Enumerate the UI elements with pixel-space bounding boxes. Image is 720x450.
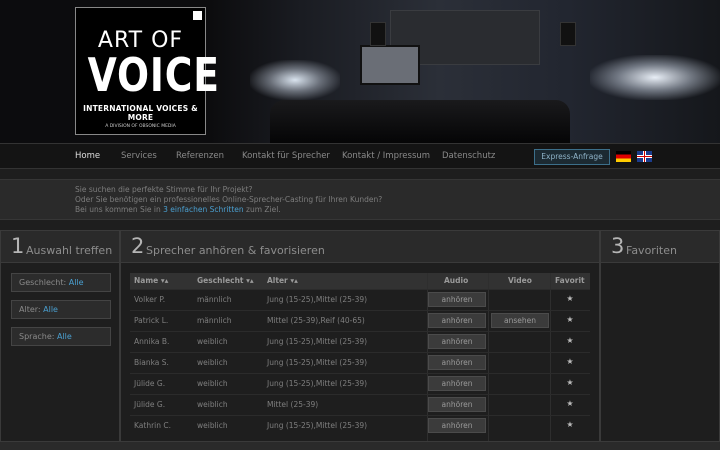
favorite-star-icon[interactable]: ★ — [565, 378, 575, 387]
step-title-1: Auswahl treffen — [26, 244, 113, 257]
speaker-age: Mittel (25-39),Reif (40-65) — [267, 316, 365, 325]
favorites-panel — [600, 263, 720, 450]
table-row: Volker P. männlich Jung (15-25),Mittel (25… — [130, 289, 590, 310]
table-row: Jülide G. weiblich Jung (15-25),Mittel (25… — [130, 373, 590, 394]
col-header-age[interactable]: Alter ▾▴ — [267, 273, 298, 289]
step-number-1: 1 — [11, 234, 25, 258]
speaker-gender: männlich — [197, 295, 232, 304]
studio-photo — [210, 0, 720, 143]
speaker-gender: weiblich — [197, 337, 228, 346]
column-header-selection: 1 Auswahl treffen — [0, 230, 120, 263]
speaker-name: Jülide G. — [134, 400, 166, 409]
table-row: Bianka S. weiblich Jung (15-25),Mittel (25… — [130, 352, 590, 373]
watch-button[interactable]: ansehen — [491, 313, 549, 328]
flag-uk-icon[interactable] — [637, 151, 652, 162]
nav-item-services[interactable]: Services — [121, 151, 157, 161]
col-header-audio: Audio — [444, 276, 469, 285]
step-title-2: Sprecher anhören & favorisieren — [146, 244, 325, 257]
listen-button[interactable]: anhören — [428, 397, 486, 412]
speaker-name: Patrick L. — [134, 316, 169, 325]
nav-item-home[interactable]: Home — [75, 151, 100, 161]
speaker-age: Jung (15-25),Mittel (25-39) — [267, 379, 368, 388]
main-nav: Home Services Referenzen Kontakt für Spr… — [0, 143, 720, 169]
speaker-name: Bianka S. — [134, 358, 169, 367]
nav-item-kontakt-impressum[interactable]: Kontakt / Impressum — [342, 151, 430, 161]
speaker-name: Annika B. — [134, 337, 170, 346]
sort-icon: ▾▴ — [290, 276, 298, 285]
header-banner: ART OF VOICE INTERNATIONAL VOICES & MORE… — [0, 0, 720, 143]
listen-button[interactable]: anhören — [428, 355, 486, 370]
filter-age[interactable]: Alter: Alle — [11, 300, 111, 319]
speaker-age: Jung (15-25),Mittel (25-39) — [267, 358, 368, 367]
listen-button[interactable]: anhören — [428, 334, 486, 349]
favorite-star-icon[interactable]: ★ — [565, 357, 575, 366]
step-title-3: Favoriten — [626, 244, 677, 257]
nav-item-datenschutz[interactable]: Datenschutz — [442, 151, 495, 161]
intro-line3: Bei uns kommen Sie in 3 einfachen Schrit… — [75, 205, 281, 214]
table-row: Jülide G. weiblich Mittel (25-39) anhören ★ — [130, 394, 590, 415]
flag-de-icon[interactable] — [616, 151, 631, 162]
filter-gender[interactable]: Geschlecht: Alle — [11, 273, 111, 292]
listen-button[interactable]: anhören — [428, 313, 486, 328]
step-number-3: 3 — [611, 234, 625, 258]
speaker-age: Jung (15-25),Mittel (25-39) — [267, 421, 368, 430]
col-header-gender[interactable]: Geschlecht ▾▴ — [197, 273, 254, 289]
favorite-star-icon[interactable]: ★ — [565, 315, 575, 324]
logo-division: A DIVISION OF OBSONIC MEDIA — [105, 124, 176, 129]
intro-line2: Oder Sie benötigen ein professionelles O… — [75, 195, 383, 204]
speaker-age: Jung (15-25),Mittel (25-39) — [267, 337, 368, 346]
sort-icon: ▾▴ — [160, 276, 169, 285]
site-logo[interactable]: ART OF VOICE INTERNATIONAL VOICES & MORE… — [75, 7, 220, 135]
speaker-gender: weiblich — [197, 358, 228, 367]
intro-line1: Sie suchen die perfekte Stimme für Ihr P… — [75, 185, 253, 194]
intro-section: Sie suchen die perfekte Stimme für Ihr P… — [0, 179, 720, 220]
speaker-gender: weiblich — [197, 421, 228, 430]
table-row: Annika B. weiblich Jung (15-25),Mittel (25… — [130, 331, 590, 352]
table-row: Patrick L. männlich Mittel (25-39),Reif (4… — [130, 310, 590, 331]
sort-icon: ▾▴ — [246, 276, 254, 285]
col-header-name[interactable]: Name ▾▴ — [134, 273, 168, 289]
nav-item-kontakt-sprecher[interactable]: Kontakt für Sprecher — [242, 151, 330, 161]
favorite-star-icon[interactable]: ★ — [565, 399, 575, 408]
column-header-favorites: 3 Favoriten — [600, 230, 720, 263]
filter-panel: Geschlecht: Alle Alter: Alle Sprache: Al… — [0, 263, 120, 450]
speaker-name: Kathrin C. — [134, 421, 172, 430]
column-header-speakers: 2 Sprecher anhören & favorisieren — [120, 230, 600, 263]
table-row: Kathrin C. weiblich Jung (15-25),Mittel (2… — [130, 415, 590, 436]
steps-link[interactable]: 3 einfachen Schritten — [163, 205, 244, 214]
speaker-name: Jülide G. — [134, 379, 166, 388]
favorite-star-icon[interactable]: ★ — [565, 336, 575, 345]
speaker-gender: männlich — [197, 316, 232, 325]
speaker-age: Mittel (25-39) — [267, 400, 319, 409]
col-header-favorite: Favorit — [555, 276, 585, 285]
logo-line2: VOICE — [87, 48, 220, 102]
listen-button[interactable]: anhören — [428, 292, 486, 307]
col-header-video: Video — [508, 276, 532, 285]
step-number-2: 2 — [131, 234, 145, 258]
footer-bar — [0, 441, 720, 450]
logo-tagline: INTERNATIONAL VOICES & MORE — [83, 104, 198, 122]
express-request-button[interactable]: Express-Anfrage — [534, 149, 610, 165]
speaker-age: Jung (15-25),Mittel (25-39) — [267, 295, 368, 304]
listen-button[interactable]: anhören — [428, 418, 486, 433]
favorite-star-icon[interactable]: ★ — [565, 294, 575, 303]
speaker-gender: weiblich — [197, 379, 228, 388]
filter-language[interactable]: Sprache: Alle — [11, 327, 111, 346]
speaker-name: Volker P. — [134, 295, 166, 304]
favorite-star-icon[interactable]: ★ — [565, 420, 575, 429]
listen-button[interactable]: anhören — [428, 376, 486, 391]
nav-item-referenzen[interactable]: Referenzen — [176, 151, 224, 161]
speaker-gender: weiblich — [197, 400, 228, 409]
